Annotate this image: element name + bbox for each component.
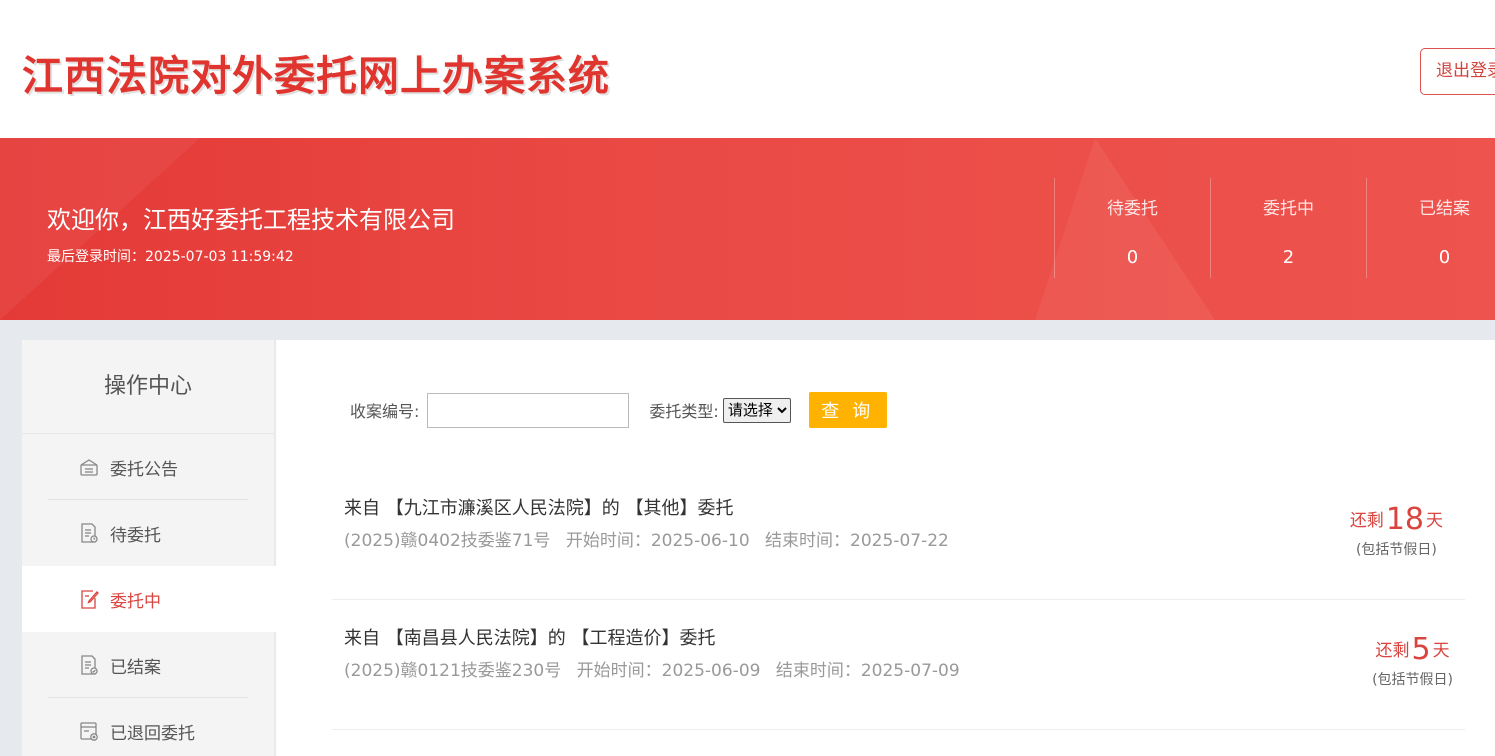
search-bar: 收案编号: 委托类型: 请选择 查 询 <box>350 392 887 428</box>
stat-closed[interactable]: 已结案 0 <box>1366 178 1495 278</box>
remain-suffix: 天 <box>1432 641 1450 661</box>
remaining-days: 还剩18 天 (包括节假日) <box>1350 502 1443 559</box>
remain-days-value: 5 <box>1411 632 1431 667</box>
stat-label: 待委托 <box>1107 199 1158 219</box>
case-title[interactable]: 来自 【南昌县人民法院】的 【工程造价】委托 <box>344 624 715 650</box>
stat-value: 0 <box>1438 247 1451 268</box>
sidebar-title: 操作中心 <box>22 340 274 434</box>
holiday-note: (包括节假日) <box>1372 672 1453 688</box>
case-meta: (2025)赣0121技委鉴230号 开始时间：2025-06-09 结束时间：… <box>344 656 970 681</box>
sidebar: 操作中心 委托公告 待委托 委托中 已结案 已退回委托 <box>22 340 277 756</box>
case-number-input[interactable] <box>427 392 630 428</box>
case-number: (2025)赣0402技委鉴71号 <box>344 531 551 551</box>
sidebar-item-label: 已退回委托 <box>110 723 195 744</box>
welcome-text: 欢迎你，江西好委托工程技术有限公司 <box>47 206 455 234</box>
query-button[interactable]: 查 询 <box>808 392 887 428</box>
case-end-time: 结束时间：2025-07-09 <box>775 661 960 681</box>
case-number-label: 收案编号: <box>350 402 420 421</box>
sidebar-item-in-progress[interactable]: 委托中 <box>22 566 277 632</box>
sidebar-item-label: 待委托 <box>110 525 161 546</box>
logout-button[interactable]: 退出登录 <box>1420 48 1495 95</box>
stat-pending[interactable]: 待委托 0 <box>1054 178 1210 278</box>
case-title[interactable]: 来自 【九江市濂溪区人民法院】的 【其他】委托 <box>344 494 733 520</box>
announcement-icon <box>78 456 100 478</box>
pending-doc-icon <box>78 522 100 544</box>
main-content: 收案编号: 委托类型: 请选择 查 询 来自 【九江市濂溪区人民法院】的 【其他… <box>276 340 1495 756</box>
stat-label: 已结案 <box>1419 199 1470 219</box>
remain-suffix: 天 <box>1426 511 1443 531</box>
stat-value: 0 <box>1126 247 1139 268</box>
returned-doc-icon <box>78 720 100 742</box>
case-number: (2025)赣0121技委鉴230号 <box>344 661 562 681</box>
commission-type-label: 委托类型: <box>649 402 719 421</box>
sidebar-item-label: 已结案 <box>110 657 161 678</box>
welcome-banner: 欢迎你，江西好委托工程技术有限公司 最后登录时间：2025-07-03 11:5… <box>0 138 1495 320</box>
case-item[interactable]: 来自 【南昌县人民法院】的 【工程造价】委托 (2025)赣0121技委鉴230… <box>332 600 1465 730</box>
case-meta: (2025)赣0402技委鉴71号 开始时间：2025-06-10 结束时间：2… <box>344 526 959 551</box>
case-item[interactable]: 来自 【九江市濂溪区人民法院】的 【其他】委托 (2025)赣0402技委鉴71… <box>332 470 1465 600</box>
stat-in-progress[interactable]: 委托中 2 <box>1210 178 1366 278</box>
remaining-days: 还剩5 天 (包括节假日) <box>1372 632 1453 689</box>
stat-label: 委托中 <box>1263 199 1314 219</box>
holiday-note: (包括节假日) <box>1355 542 1437 558</box>
sidebar-item-announcements[interactable]: 委托公告 <box>22 434 274 500</box>
case-end-time: 结束时间：2025-07-22 <box>765 531 949 551</box>
sidebar-item-label: 委托中 <box>110 591 161 612</box>
remain-prefix: 还剩 <box>1349 511 1384 531</box>
top-header: 江西法院对外委托网上办案系统 退出登录 <box>0 0 1495 138</box>
case-start-time: 开始时间：2025-06-09 <box>576 661 761 681</box>
system-title: 江西法院对外委托网上办案系统 <box>22 52 610 100</box>
case-start-time: 开始时间：2025-06-10 <box>565 531 750 551</box>
remain-days-value: 18 <box>1385 502 1424 537</box>
edit-doc-icon <box>78 588 100 610</box>
sidebar-item-label: 委托公告 <box>110 459 178 480</box>
remain-prefix: 还剩 <box>1375 641 1410 661</box>
sidebar-item-returned[interactable]: 已退回委托 <box>22 698 274 756</box>
closed-doc-icon <box>78 654 100 676</box>
sidebar-item-closed[interactable]: 已结案 <box>22 632 274 698</box>
stat-value: 2 <box>1282 247 1295 268</box>
commission-type-select[interactable]: 请选择 <box>722 397 791 423</box>
last-login-time: 最后登录时间：2025-07-03 11:59:42 <box>47 249 294 265</box>
sidebar-item-pending[interactable]: 待委托 <box>22 500 274 566</box>
